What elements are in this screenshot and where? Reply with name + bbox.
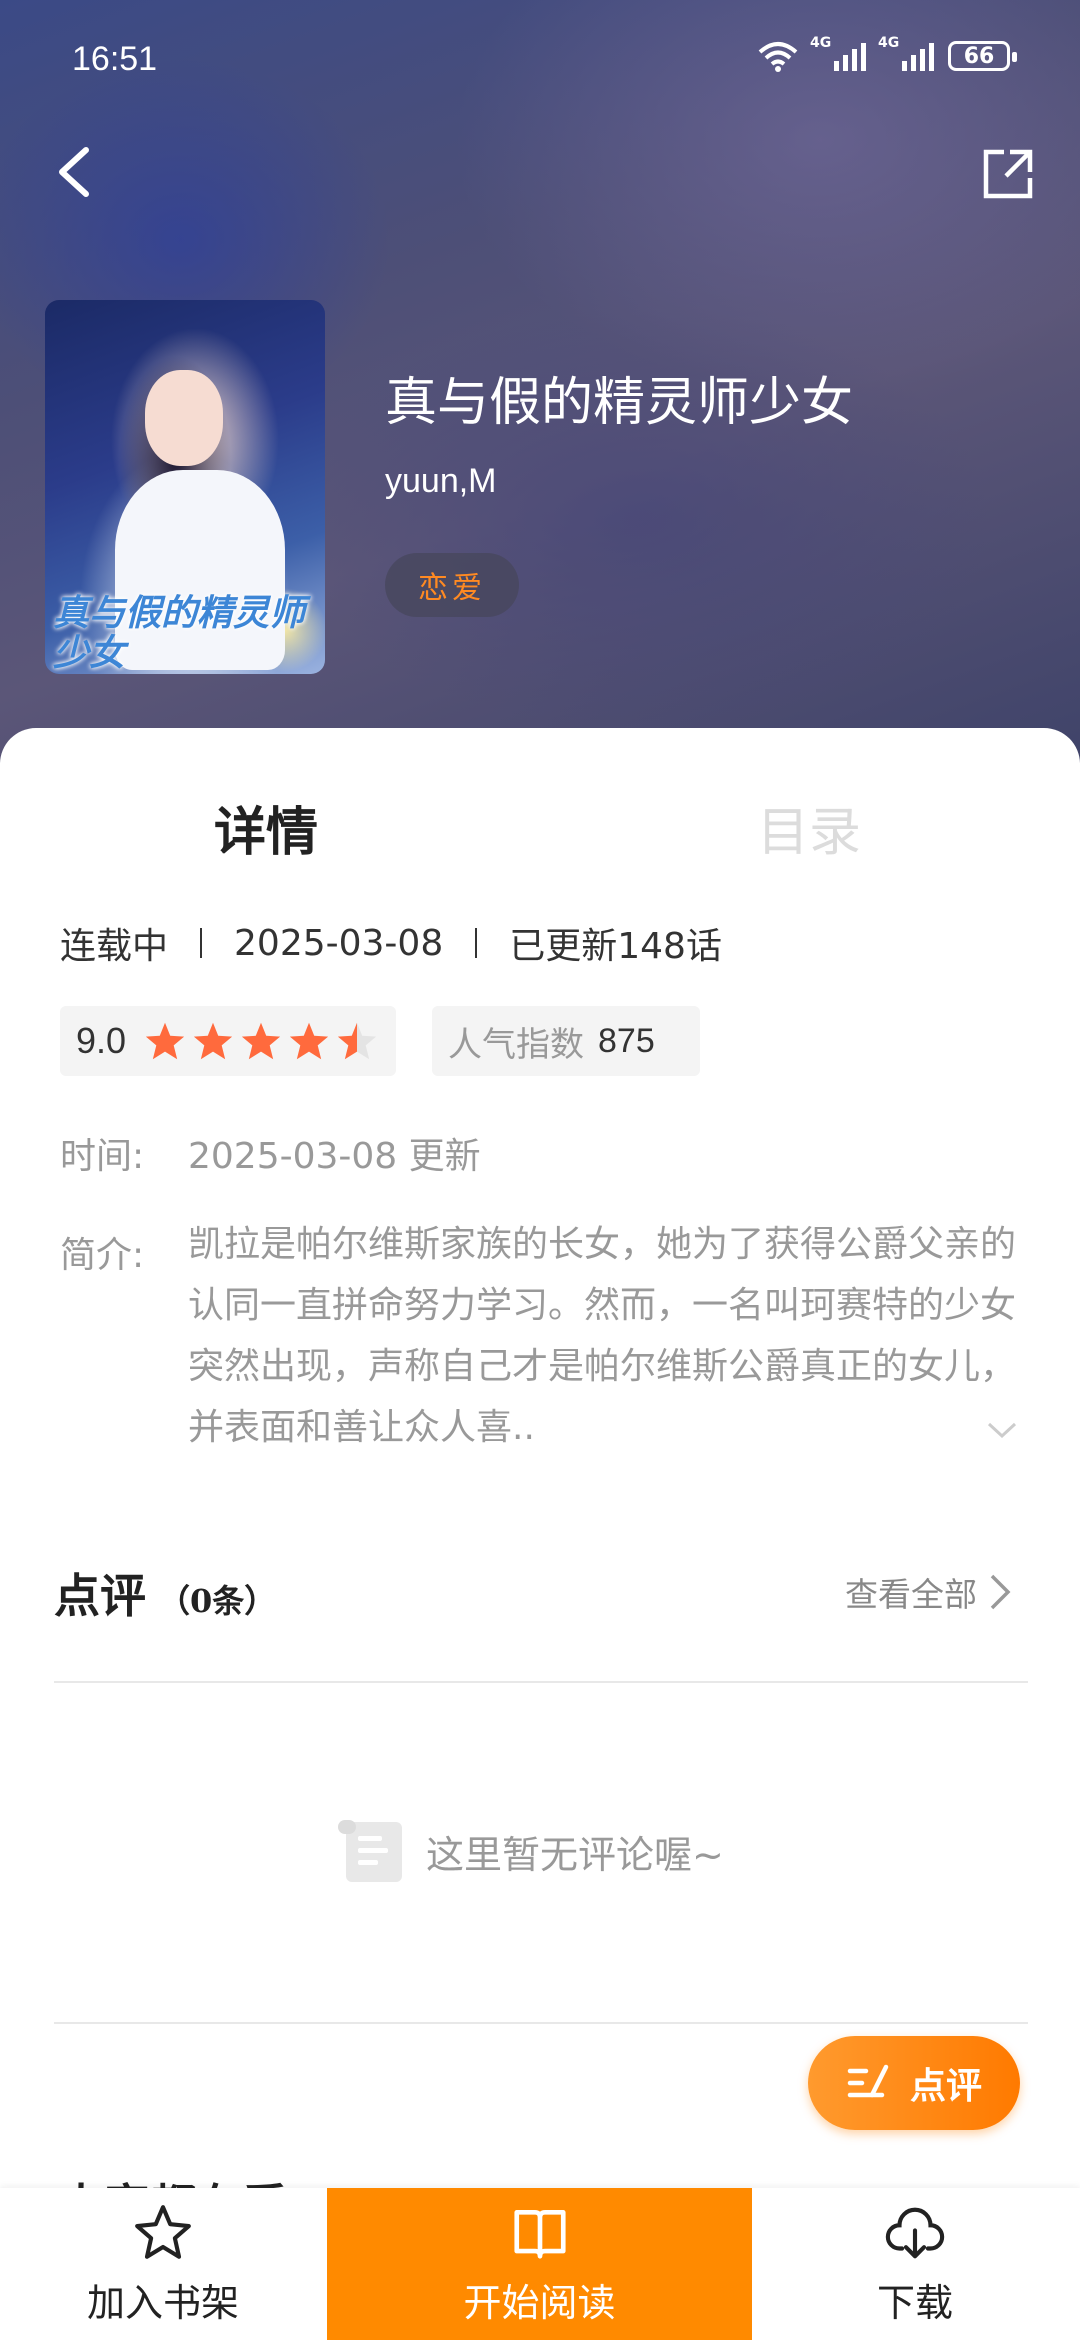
book-author[interactable]: yuun,M xyxy=(385,462,497,501)
time-label: 时间: xyxy=(60,1136,145,1177)
chevron-down-icon[interactable] xyxy=(985,1418,1019,1442)
star-outline-icon xyxy=(135,2204,191,2259)
share-icon[interactable] xyxy=(980,146,1036,202)
status-icons: 4G 4G 66 xyxy=(758,35,1017,72)
download-button[interactable]: 下载 xyxy=(820,2188,1010,2340)
serial-status: 连载中 xyxy=(60,926,169,967)
wifi-icon xyxy=(758,42,798,72)
tab-detail[interactable]: 详情 xyxy=(214,790,319,865)
update-time-row: 时间: 2025-03-08 更新 xyxy=(60,1127,481,1179)
empty-reviews: 这里暂无评论喔~ xyxy=(336,1818,724,1884)
star-icon xyxy=(145,1022,185,1060)
cloud-download-icon xyxy=(885,2207,945,2258)
popularity-value: 875 xyxy=(598,1021,655,1060)
star-icon xyxy=(241,1022,281,1060)
empty-reviews-text: 这里暂无评论喔~ xyxy=(426,1832,724,1877)
tab-catalog[interactable]: 目录 xyxy=(757,790,861,865)
signal-icon-2: 4G xyxy=(878,35,934,71)
write-review-button[interactable]: 点评 xyxy=(808,2036,1020,2130)
time-value: 2025-03-08 更新 xyxy=(188,1136,481,1177)
status-time: 16:51 xyxy=(72,40,158,78)
intro-label: 简介: xyxy=(60,1235,145,1276)
book-title: 真与假的精灵师少女 xyxy=(385,373,854,433)
rating-box: 9.0 xyxy=(60,1006,396,1076)
battery-level: 66 xyxy=(963,43,995,69)
signal-icon: 4G xyxy=(810,35,866,71)
tab-detail-label: 详情 xyxy=(214,803,319,863)
back-icon[interactable] xyxy=(50,142,100,202)
rating-stars xyxy=(144,1021,378,1061)
divider xyxy=(54,2022,1028,2024)
chevron-right-icon xyxy=(990,1574,1011,1610)
book-open-icon xyxy=(513,2209,566,2259)
cover-title-art: 真与假的精灵师少女 xyxy=(53,593,306,674)
popularity-box: 人气指数 875 xyxy=(432,1006,700,1076)
rating-score: 9.0 xyxy=(76,1020,127,1061)
view-all-reviews-link[interactable]: 查看全部 xyxy=(845,1568,1011,1616)
view-all-label: 查看全部 xyxy=(845,1575,977,1614)
half-star-icon xyxy=(337,1022,377,1060)
star-icon xyxy=(289,1022,329,1060)
meta-date: 2025-03-08 xyxy=(234,922,444,964)
intro-row[interactable]: 简介: 凯拉是帕尔维斯家族的长女，她为了获得公爵父亲的认同一直拼命努力学习。然而… xyxy=(60,1224,1050,1470)
book-cover[interactable]: 真与假的精灵师少女 xyxy=(45,300,325,674)
write-review-label: 点评 xyxy=(909,2066,982,2107)
reviews-count: （0条） xyxy=(158,1582,277,1620)
popularity-label: 人气指数 xyxy=(448,1024,584,1065)
divider xyxy=(54,1681,1028,1683)
empty-scroll-icon xyxy=(338,1820,402,1882)
genre-tag[interactable]: 恋爱 xyxy=(385,553,519,617)
star-icon xyxy=(193,1022,233,1060)
book-meta: 连载中 2025-03-08 已更新148话 xyxy=(60,917,722,969)
battery-icon: 66 xyxy=(948,41,1017,71)
start-reading-button[interactable]: 开始阅读 xyxy=(327,2188,752,2340)
bottom-action-bar: 加入书架 开始阅读 下载 xyxy=(0,2188,1080,2340)
add-to-shelf-button[interactable]: 加入书架 xyxy=(60,2188,266,2340)
reviews-header: 点评 （0条） xyxy=(54,1560,276,1626)
start-reading-label: 开始阅读 xyxy=(463,2280,616,2325)
edit-list-icon xyxy=(847,2064,889,2098)
intro-text: 凯拉是帕尔维斯家族的长女，她为了获得公爵父亲的认同一直拼命努力学习。然而，一名叫… xyxy=(188,1224,1017,1448)
download-label: 下载 xyxy=(876,2280,953,2325)
status-bar: 16:51 4G 4G 66 xyxy=(0,0,1080,120)
chapter-count: 已更新148话 xyxy=(509,926,722,967)
add-to-shelf-label: 加入书架 xyxy=(86,2280,239,2325)
reviews-title: 点评 xyxy=(54,1569,146,1623)
